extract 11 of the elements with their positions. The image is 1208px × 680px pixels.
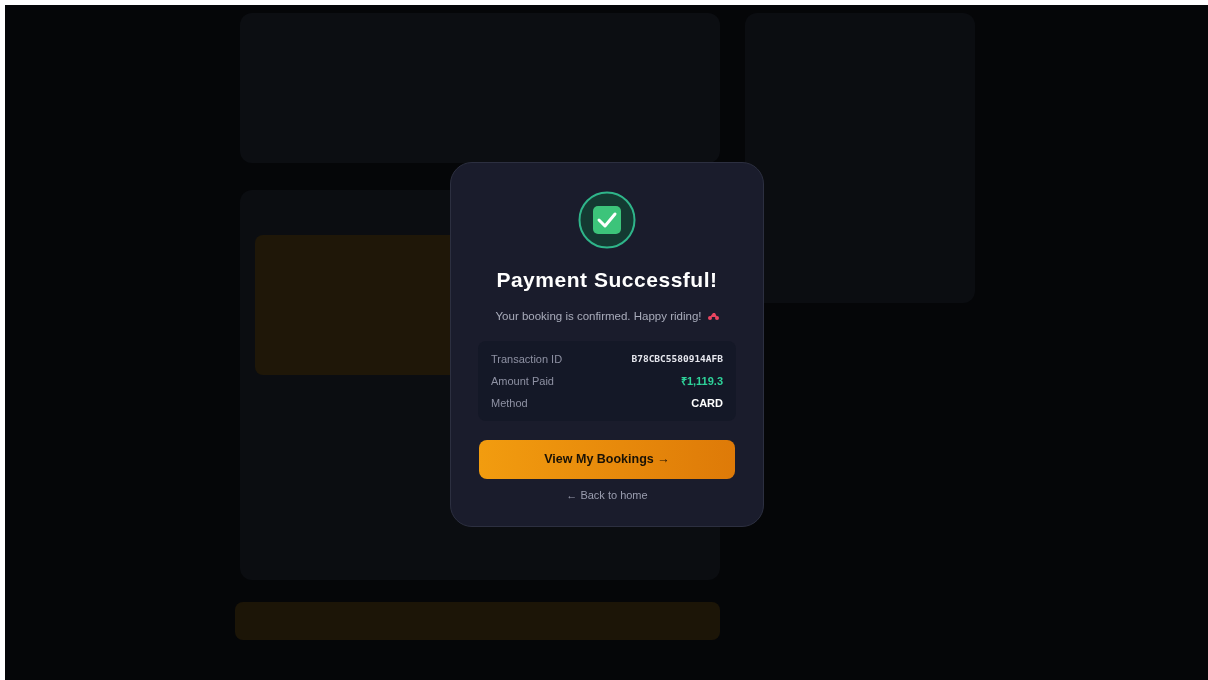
detail-value: ₹1,119.3 — [680, 373, 723, 389]
detail-value: B78CBC5580914AFB — [631, 351, 723, 366]
view-bookings-button[interactable]: View My Bookings → — [479, 439, 735, 479]
success-check-icon — [578, 191, 636, 249]
detail-label: Transaction ID — [491, 351, 563, 367]
detail-value: CARD — [691, 395, 723, 411]
dialog-title: Payment Successful! — [496, 267, 718, 293]
detail-label: Amount Paid — [491, 373, 554, 389]
detail-label: Method — [491, 395, 528, 411]
back-home-link[interactable]: ← Back to home — [566, 486, 648, 504]
confirmation-message: Your booking is confirmed. Happy riding! — [495, 308, 702, 324]
